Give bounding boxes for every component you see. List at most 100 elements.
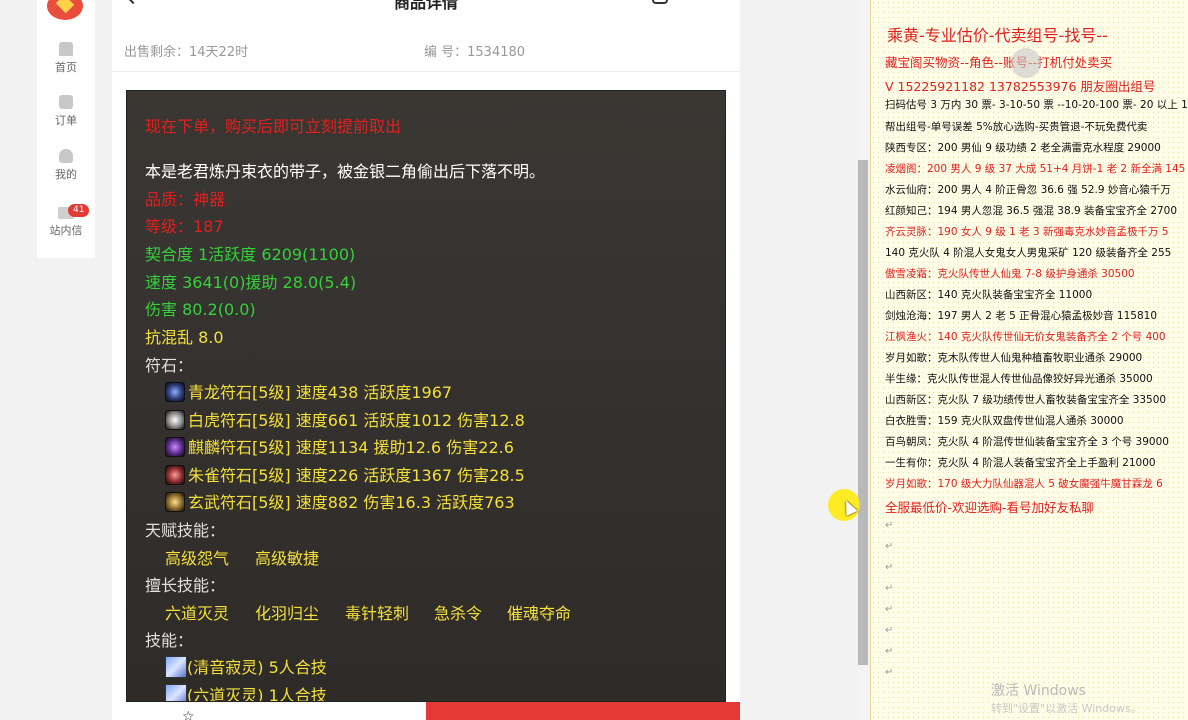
user-icon: [59, 149, 73, 163]
nav-item-profile-label: 我的: [55, 168, 77, 181]
paragraph-mark: ↵: [885, 583, 894, 594]
skill-icon: [165, 684, 187, 701]
activation-watermark: 激活 Windows: [991, 683, 1086, 699]
doc-line: 陕西专区：200 男仙 9 级功绩 2 老全满雷克水程度 29000: [885, 142, 1161, 154]
stone-text: 白虎符石[5级] 速度661 活跃度1012 伤害12.8: [188, 411, 525, 430]
stone-text: 玄武符石[5级] 速度882 伤害16.3 活跃度763: [188, 493, 515, 512]
top-bar: 商品详情: [112, 0, 740, 16]
doc-line: 凌烟阁：200 男人 9 级 37 大成 51+4 月饼-1 老 2 新全满 1…: [885, 163, 1186, 175]
bottom-action-bar: ☆: [112, 702, 740, 720]
paragraph-mark: ↵: [885, 604, 894, 615]
qilin-stone-icon: [165, 437, 185, 457]
doc-line: 百鸟朝凤：克火队 4 阶混传世仙装备宝宝齐全 3 个号 39000: [885, 436, 1169, 448]
doc-line: 山西新区：140 克火队装备宝宝齐全 11000: [885, 289, 1093, 301]
stone-text: 朱雀符石[5级] 速度226 活跃度1367 伤害28.5: [188, 466, 525, 485]
stone-row: 青龙符石[5级] 速度438 活跃度1967: [165, 379, 452, 403]
stone-row: 玄武符石[5级] 速度882 伤害16.3 活跃度763: [165, 489, 515, 513]
skill-icon: [165, 656, 187, 678]
buy-button[interactable]: [426, 702, 740, 720]
paragraph-mark: ↵: [885, 562, 894, 573]
nav-item-messages-label: 站内信: [49, 224, 83, 237]
doc-line: 山西新区：克火队 7 级功绩传世人畜牧装备宝宝齐全 33500: [885, 394, 1167, 406]
nav-item-orders-label: 订单: [55, 114, 77, 127]
meta-bar: 出售剩余：14天22时 编 号：1534180: [112, 26, 740, 72]
item-description: 本是老君炼丹束衣的带子，被金银二角偷出后下落不明。: [145, 162, 546, 181]
doc-line: 140 克火队 4 阶混人女鬼女人男鬼采矿 120 级装备齐全 255: [885, 247, 1172, 259]
orders-icon: [59, 95, 73, 109]
doc-line: 扫码估号 3 万内 30 票- 3-10-50 票 --10-20-100 票-…: [885, 99, 1188, 111]
black-tortoise-stone-icon: [165, 492, 185, 512]
doc-line: 白衣胜雪：159 克火队双盘传世仙混人通杀 30000: [885, 415, 1124, 427]
stones-heading: 符石：: [145, 356, 194, 375]
skill-row: (六道灭灵) 1人合技: [165, 682, 327, 702]
nav-item-orders[interactable]: 订单: [37, 95, 95, 128]
azure-dragon-stone-icon: [165, 382, 185, 402]
vermilion-bird-stone-icon: [165, 465, 185, 485]
skills-heading: 技能：: [145, 631, 194, 650]
unread-badge: 41: [68, 204, 90, 217]
promo-text: 现在下单，购买后即可立刻提前取出: [145, 117, 402, 136]
expert-skill: 化羽归尘: [255, 604, 320, 623]
favorite-star-icon[interactable]: ☆: [182, 710, 195, 720]
white-tiger-stone-icon: [165, 410, 185, 430]
activation-watermark-sub: 转到"设置"以激活 Windows。: [991, 702, 1142, 715]
product-detail-panel: 商品详情 出售剩余：14天22时 编 号：1534180 现在下单，购买后即可立…: [112, 0, 740, 720]
expert-skill: 催魂夺命: [507, 604, 572, 623]
nav-item-profile[interactable]: 我的: [37, 149, 95, 182]
paragraph-mark: ↵: [885, 646, 894, 657]
doc-line: V 15225921182 13782553976 朋友圈出组号: [885, 79, 1156, 94]
stat-line: 契合度 1活跃度 6209(1100): [145, 245, 356, 264]
stone-row: 白虎符石[5级] 速度661 活跃度1012 伤害12.8: [165, 407, 525, 431]
left-nav: 首页 订单 我的 41 站内信: [37, 0, 95, 258]
app-logo[interactable]: [47, 0, 83, 20]
home-icon: [59, 42, 73, 56]
doc-line: 一生有你：克火队 4 阶混人装备宝宝齐全上手盈利 21000: [885, 457, 1156, 469]
doc-line: 傲雪凌霜：克火队传世人仙鬼 7-8 级护身通杀 30500: [885, 268, 1135, 280]
talent-skill: 高级怨气: [165, 549, 230, 568]
expert-skill: 六道灭灵: [165, 604, 230, 623]
remaining-time: 出售剩余：14天22时: [124, 45, 249, 60]
expert-skill: 毒针轻刺: [345, 604, 410, 623]
serial-number: 编 号：1534180: [424, 45, 526, 60]
stat-line: 伤害 80.2(0.0): [145, 300, 256, 319]
stone-row: 麒麟符石[5级] 速度1134 援助12.6 伤害22.6: [165, 434, 514, 458]
stone-text: 麒麟符石[5级] 速度1134 援助12.6 伤害22.6: [188, 438, 514, 457]
paragraph-mark: ↵: [885, 625, 894, 636]
paragraph-mark: ↵: [885, 520, 894, 531]
skill-text: (六道灭灵) 1人合技: [187, 686, 327, 702]
doc-line: 齐云灵脉：190 女人 9 级 1 老 3 新强毒克水妙音孟极千万 5: [885, 226, 1169, 238]
doc-line: 半生缘：克火队传世混人传世仙品像狡好异光通杀 35000: [885, 373, 1153, 385]
paragraph-mark: ↵: [885, 541, 894, 552]
stone-row: 朱雀符石[5级] 速度226 活跃度1367 伤害28.5: [165, 462, 525, 486]
stat-line: 速度 3641(0)援助 28.0(5.4): [145, 273, 357, 292]
nav-item-messages[interactable]: 41 站内信: [37, 204, 95, 238]
doc-line: 全服最低价-欢迎选购-看号加好友私聊: [885, 500, 1095, 515]
nav-item-home[interactable]: 首页: [37, 42, 95, 75]
doc-line: 岁月如歌：克木队传世人仙鬼种植畜牧职业通杀 29000: [885, 352, 1143, 364]
item-detail-card: 现在下单，购买后即可立刻提前取出 本是老君炼丹束衣的带子，被金银二角偷出后下落不…: [126, 90, 726, 702]
doc-line: 藏宝阁买物资--角色--账号--打机付处卖买: [885, 55, 1113, 70]
expert-heading: 擅长技能：: [145, 576, 226, 595]
doc-line: 江枫渔火：140 克火队传世仙无价女鬼装备齐全 2 个号 400: [885, 331, 1166, 343]
paragraph-mark: ↵: [885, 667, 894, 678]
doc-title: 乘黄-专业估价-代卖组号-找号--: [887, 26, 1108, 45]
page-title: 商品详情: [393, 0, 458, 12]
doc-line: 帮出组号-单号误差 5%放心选购-买贵管退-不玩免费代卖: [885, 121, 1148, 133]
expert-skill: 急杀令: [434, 604, 483, 623]
skill-text: (清音寂灵) 5人合技: [187, 658, 327, 677]
quality-attr: 品质：神器: [145, 190, 226, 209]
stone-text: 青龙符石[5级] 速度438 活跃度1967: [188, 383, 453, 402]
resist-line: 抗混乱 8.0: [145, 328, 224, 347]
doc-line: 水云仙府：200 男人 4 阶正骨忽 36.6 强 52.9 妙音心猿千万: [885, 184, 1171, 196]
screen: 首页 订单 我的 41 站内信 商品详情 出售剩余：14天22时 编 号：153…: [0, 0, 1188, 720]
nav-item-home-label: 首页: [55, 61, 77, 74]
talent-skill: 高级敏捷: [255, 549, 320, 568]
talent-heading: 天赋技能：: [145, 521, 226, 540]
skill-row: (清音寂灵) 5人合技: [165, 654, 327, 678]
level-attr: 等级：187: [145, 217, 224, 236]
doc-line: 剑烛沧海：197 男人 2 老 5 正骨混心猿孟极妙音 115810: [885, 310, 1158, 322]
overlay-circle: [1011, 48, 1041, 78]
doc-line: 红颜知己：194 男人忽混 36.5 强混 38.9 装备宝宝齐全 2700: [885, 205, 1178, 217]
scrollbar-thumb[interactable]: [858, 160, 868, 665]
share-icon[interactable]: [652, 0, 668, 4]
